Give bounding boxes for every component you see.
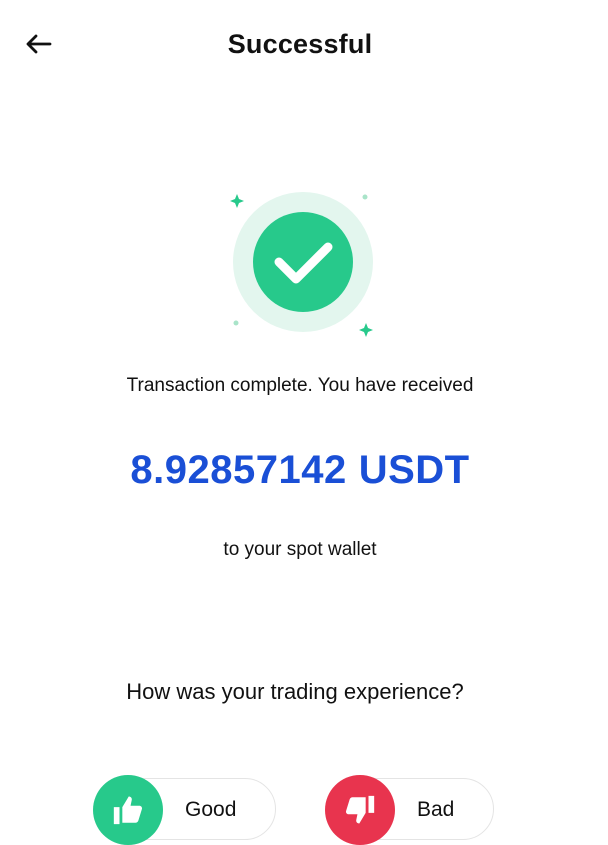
thumbs-up-icon	[113, 796, 143, 825]
success-illustration	[218, 182, 388, 342]
good-feedback-button[interactable]: Good	[93, 775, 276, 845]
bad-icon-bubble	[325, 775, 395, 845]
received-amount: 8.92857142 USDT	[0, 444, 600, 496]
transaction-message: Transaction complete. You have received	[126, 375, 474, 396]
page-title: Successful	[227, 29, 373, 59]
check-circle-icon	[230, 192, 373, 337]
thumbs-down-icon	[345, 795, 375, 824]
feedback-question: How was your trading experience?	[126, 679, 464, 704]
good-icon-bubble	[93, 775, 163, 845]
wallet-message: to your spot wallet	[223, 539, 377, 560]
bad-feedback-button[interactable]: Bad	[325, 775, 494, 845]
amount-value: 8.92857142	[130, 448, 347, 492]
bad-label: Bad	[417, 798, 455, 821]
amount-currency: USDT	[358, 448, 470, 492]
good-label: Good	[185, 798, 237, 821]
top-bar: Successful	[0, 0, 608, 86]
